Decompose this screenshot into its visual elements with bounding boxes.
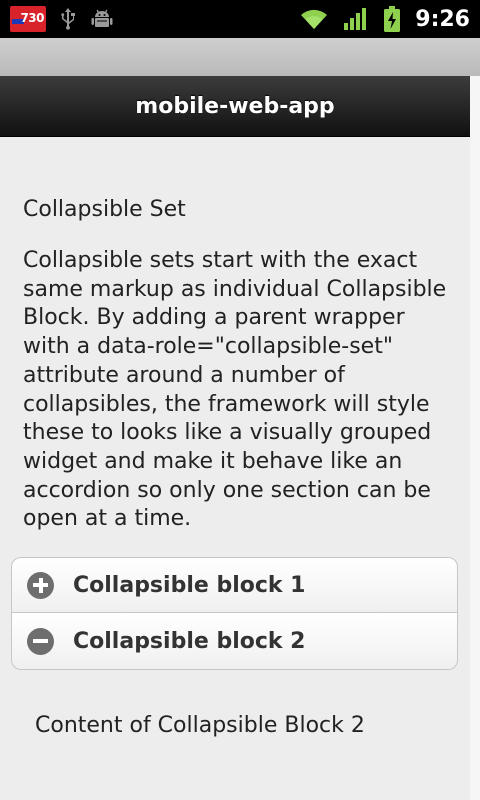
collapsible-block-1-header[interactable]: Collapsible block 1 (11, 557, 458, 613)
browser-toolbar (0, 38, 480, 76)
collapsible-block-2-content: Content of Collapsible Block 2 (35, 713, 365, 738)
collapsible-block-2-header[interactable]: Collapsible block 2 (11, 613, 458, 670)
collapsible-block-1-label: Collapsible block 1 (73, 572, 306, 598)
section-title: Collapsible Set (23, 197, 186, 222)
page-title: mobile-web-app (135, 93, 335, 119)
badge-text: 730 (20, 11, 44, 25)
page-content: Collapsible Set Collapsible sets start w… (0, 137, 470, 800)
channel-730-icon: 730 (10, 6, 46, 32)
status-bar: 730 9:26 (0, 0, 480, 38)
plus-icon (27, 571, 54, 599)
collapsible-block-2-label: Collapsible block 2 (73, 628, 306, 654)
clock: 9:26 (415, 6, 470, 32)
collapsible-set: Collapsible block 1 Collapsible block 2 (11, 557, 458, 670)
android-debug-icon (90, 6, 114, 32)
description-text: Collapsible sets start with the exact sa… (23, 248, 447, 532)
wifi-icon (299, 6, 329, 32)
signal-icon (343, 6, 369, 32)
usb-icon (56, 6, 80, 32)
status-left-icons: 730 (10, 6, 114, 32)
status-right-icons: 9:26 (299, 4, 470, 34)
page-header: mobile-web-app (0, 76, 470, 137)
scrollbar[interactable] (470, 76, 480, 800)
battery-charging-icon (383, 6, 401, 32)
minus-icon (27, 627, 54, 655)
